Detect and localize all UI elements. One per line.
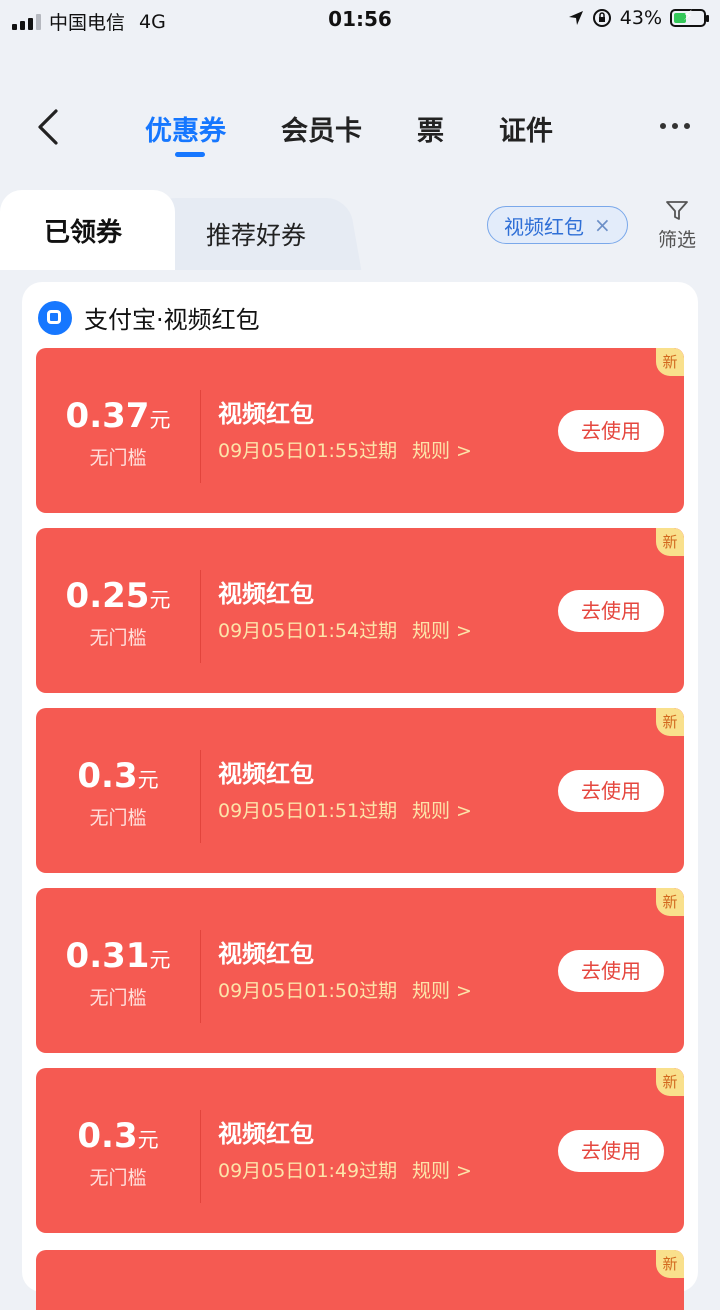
coupon-amount: 0.37元 (36, 396, 200, 436)
back-arrow-icon[interactable] (30, 107, 70, 147)
coupon-amount: 0.25元 (36, 576, 200, 616)
coupon-expiry: 09月05日01:54过期 (218, 620, 398, 642)
more-options-icon[interactable] (660, 123, 690, 129)
subtab-claimed[interactable]: 已领券 (44, 212, 122, 249)
coupon-amount: 0.3元 (36, 1116, 200, 1156)
coupon-rules-link[interactable]: 规则 > (412, 616, 472, 643)
coupon-rules-link[interactable]: 规则 > (412, 796, 472, 823)
coupon-card-partial: 新 (36, 1250, 684, 1310)
battery-icon: ⚡ (670, 8, 709, 27)
coupon-divider (200, 750, 201, 843)
coupon-title: 视频红包 (218, 580, 314, 608)
amount-unit: 元 (149, 948, 171, 972)
new-badge: 新 (656, 1068, 684, 1096)
coupon-amount: 0.31元 (36, 936, 200, 976)
coupon-divider (200, 390, 201, 483)
funnel-icon (666, 201, 688, 220)
charging-bolt-icon: ⚡ (683, 8, 693, 24)
new-badge: 新 (656, 1250, 684, 1278)
coupon-expiry: 09月05日01:50过期 (218, 980, 398, 1002)
use-coupon-button[interactable]: 去使用 (558, 950, 664, 992)
merchant-header: 支付宝·视频红包 (38, 300, 260, 335)
coupon-card: 0.31元 无门槛 视频红包 09月05日01:50过期 规则 > 去使用 新 (36, 888, 684, 1053)
subtab-recommended[interactable]: 推荐好券 (206, 216, 306, 252)
new-badge: 新 (656, 348, 684, 376)
filter-chip-label: 视频红包 (504, 214, 584, 239)
coupon-rules-link[interactable]: 规则 > (412, 436, 472, 463)
amount-value: 0.25 (65, 576, 150, 616)
filter-label: 筛选 (657, 229, 696, 251)
tab-ids[interactable]: 证件 (499, 109, 553, 148)
new-badge: 新 (656, 528, 684, 556)
coupon-threshold: 无门槛 (89, 987, 147, 1009)
top-nav: 优惠券 会员卡 票 证件 (0, 95, 720, 165)
amount-unit: 元 (137, 768, 159, 792)
new-badge: 新 (656, 708, 684, 736)
coupon-expiry: 09月05日01:49过期 (218, 1160, 398, 1182)
coupon-threshold: 无门槛 (89, 447, 147, 469)
coupon-divider (200, 570, 201, 663)
merchant-name: 支付宝·视频红包 (84, 306, 260, 334)
coupon-rules-link[interactable]: 规则 > (412, 1156, 472, 1183)
coupon-divider (200, 930, 201, 1023)
amount-value: 0.37 (65, 396, 150, 436)
coupon-card: 0.3元 无门槛 视频红包 09月05日01:51过期 规则 > 去使用 新 (36, 708, 684, 873)
coupon-title: 视频红包 (218, 400, 314, 428)
use-coupon-button[interactable]: 去使用 (558, 770, 664, 812)
status-bar: 中国电信 4G 01:56 43% ⚡ (0, 0, 720, 38)
amount-unit: 元 (137, 1128, 159, 1152)
filter-chip[interactable]: 视频红包 × (487, 206, 628, 244)
use-coupon-button[interactable]: 去使用 (558, 1130, 664, 1172)
coupon-divider (200, 1110, 201, 1203)
location-arrow-icon (568, 11, 583, 25)
amount-unit: 元 (149, 408, 171, 432)
use-coupon-button[interactable]: 去使用 (558, 410, 664, 452)
tab-tickets[interactable]: 票 (417, 109, 444, 148)
amount-value: 0.3 (77, 756, 138, 796)
chip-close-icon[interactable]: × (594, 213, 611, 237)
coupon-card: 0.37元 无门槛 视频红包 09月05日01:55过期 规则 > 去使用 新 (36, 348, 684, 513)
coupon-rules-link[interactable]: 规则 > (412, 976, 472, 1003)
coupon-expiry: 09月05日01:55过期 (218, 440, 398, 462)
coupon-threshold: 无门槛 (89, 1167, 147, 1189)
status-right: 43% ⚡ (568, 7, 709, 29)
amount-value: 0.3 (77, 1116, 138, 1156)
sub-tabs: 已领券 推荐好券 视频红包 × 筛选 (0, 190, 720, 270)
alipay-logo-icon (38, 300, 72, 335)
battery-percent: 43% (619, 7, 662, 29)
tab-coupons[interactable]: 优惠券 (145, 109, 226, 157)
coupon-card: 0.3元 无门槛 视频红包 09月05日01:49过期 规则 > 去使用 新 (36, 1068, 684, 1233)
tab-membership-cards[interactable]: 会员卡 (281, 109, 362, 148)
coupon-threshold: 无门槛 (89, 627, 147, 649)
coupon-title: 视频红包 (218, 1120, 314, 1148)
coupon-card: 0.25元 无门槛 视频红包 09月05日01:54过期 规则 > 去使用 新 (36, 528, 684, 693)
nav-tabs: 优惠券 会员卡 票 证件 (145, 109, 608, 157)
rotation-lock-icon (592, 9, 611, 27)
coupon-expiry: 09月05日01:51过期 (218, 800, 398, 822)
coupon-title: 视频红包 (218, 940, 314, 968)
coupon-amount: 0.3元 (36, 756, 200, 796)
filter-button[interactable]: 筛选 (652, 200, 702, 252)
coupon-threshold: 无门槛 (89, 807, 147, 829)
new-badge: 新 (656, 888, 684, 916)
coupon-title: 视频红包 (218, 760, 314, 788)
amount-unit: 元 (149, 588, 171, 612)
amount-value: 0.31 (65, 936, 150, 976)
use-coupon-button[interactable]: 去使用 (558, 590, 664, 632)
coupon-list-panel: 支付宝·视频红包 0.37元 无门槛 视频红包 09月05日01:55过期 规则… (22, 282, 698, 1310)
